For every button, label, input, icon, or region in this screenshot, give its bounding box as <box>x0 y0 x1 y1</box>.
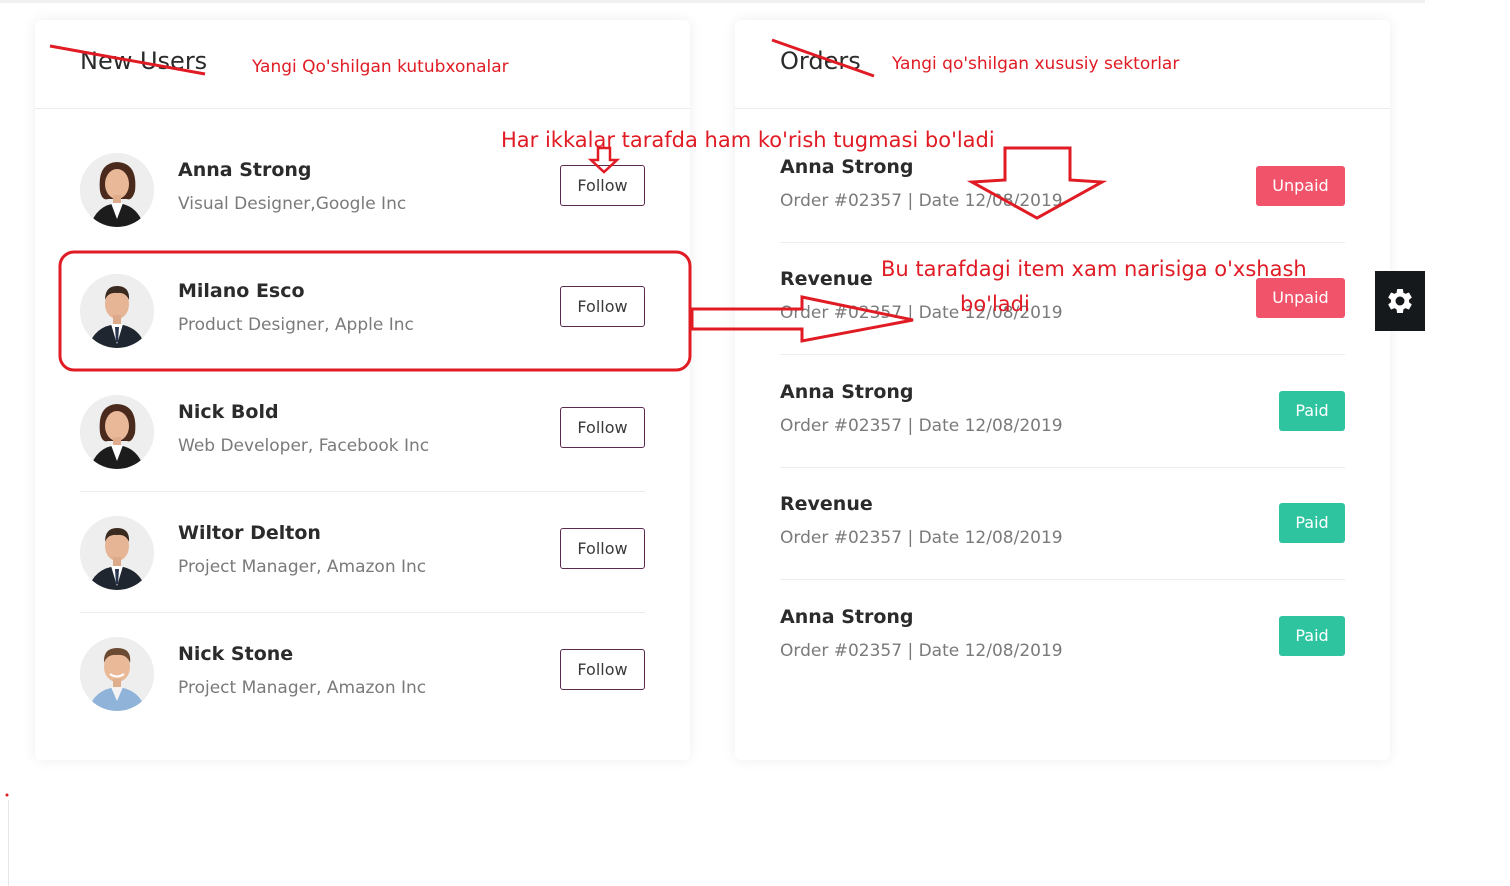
user-role: Project Manager, Amazon Inc <box>178 557 427 577</box>
user-row: Nick Bold Web Developer, Facebook Inc Fo… <box>80 371 645 492</box>
follow-button[interactable]: Follow <box>560 286 645 327</box>
top-annotation: Har ikkalar tarafda ham ko'rish tugmasi … <box>501 128 995 152</box>
order-title: Anna Strong <box>780 381 914 403</box>
gear-icon <box>1388 288 1412 313</box>
red-dot <box>5 793 9 797</box>
order-meta: Order #02357 | Date 12/08/2019 <box>780 528 1063 548</box>
side-annotation-line1: Bu tarafdagi item xam narisiga o'xshash <box>881 257 1307 281</box>
order-meta: Order #02357 | Date 12/08/2019 <box>780 416 1063 436</box>
top-divider <box>0 0 1425 3</box>
side-annotation-line2: bo'ladi <box>960 292 1030 316</box>
follow-button[interactable]: Follow <box>560 649 645 690</box>
user-name: Milano Esco <box>178 280 305 302</box>
male-avatar <box>80 516 154 590</box>
user-name: Wiltor Delton <box>178 522 321 544</box>
status-badge: Paid <box>1279 503 1345 543</box>
status-badge: Paid <box>1279 616 1345 656</box>
female-avatar <box>80 153 154 227</box>
order-row: Anna Strong Order #02357 | Date 12/08/20… <box>780 356 1345 468</box>
order-title: Anna Strong <box>780 156 914 178</box>
user-row: Nick Stone Project Manager, Amazon Inc F… <box>80 613 645 734</box>
status-badge: Unpaid <box>1256 278 1345 318</box>
new-users-title: New Users <box>80 47 208 75</box>
male-avatar <box>80 274 154 348</box>
user-name: Nick Bold <box>178 401 279 423</box>
follow-button[interactable]: Follow <box>560 165 645 206</box>
male-avatar <box>80 637 154 711</box>
row-divider <box>780 579 1345 580</box>
order-title: Revenue <box>780 268 873 290</box>
order-row: Revenue Order #02357 | Date 12/08/2019 P… <box>780 468 1345 580</box>
users-annotation: Yangi Qo'shilgan kutubxonalar <box>252 57 509 77</box>
user-row: Milano Esco Product Designer, Apple Inc … <box>80 250 645 371</box>
order-meta: Order #02357 | Date 12/08/2019 <box>780 641 1063 661</box>
user-role: Visual Designer,Google Inc <box>178 194 407 214</box>
order-title: Anna Strong <box>780 606 914 628</box>
user-name: Nick Stone <box>178 643 294 665</box>
orders-title: Orders <box>780 47 861 75</box>
user-name: Anna Strong <box>178 159 312 181</box>
row-divider <box>780 354 1345 355</box>
user-row: Wiltor Delton Project Manager, Amazon In… <box>80 492 645 613</box>
order-title: Revenue <box>780 493 873 515</box>
left-edge-line <box>0 800 9 886</box>
female-avatar <box>80 395 154 469</box>
status-badge: Unpaid <box>1256 166 1345 206</box>
user-role: Project Manager, Amazon Inc <box>178 678 427 698</box>
user-role: Web Developer, Facebook Inc <box>178 436 430 456</box>
settings-button[interactable] <box>1375 271 1425 331</box>
order-row: Anna Strong Order #02357 | Date 12/08/20… <box>780 581 1345 693</box>
order-meta: Order #02357 | Date 12/08/2019 <box>780 191 1063 211</box>
user-role: Product Designer, Apple Inc <box>178 315 414 335</box>
follow-button[interactable]: Follow <box>560 407 645 448</box>
status-badge: Paid <box>1279 391 1345 431</box>
follow-button[interactable]: Follow <box>560 528 645 569</box>
orders-annotation: Yangi qo'shilgan xususiy sektorlar <box>892 54 1180 74</box>
